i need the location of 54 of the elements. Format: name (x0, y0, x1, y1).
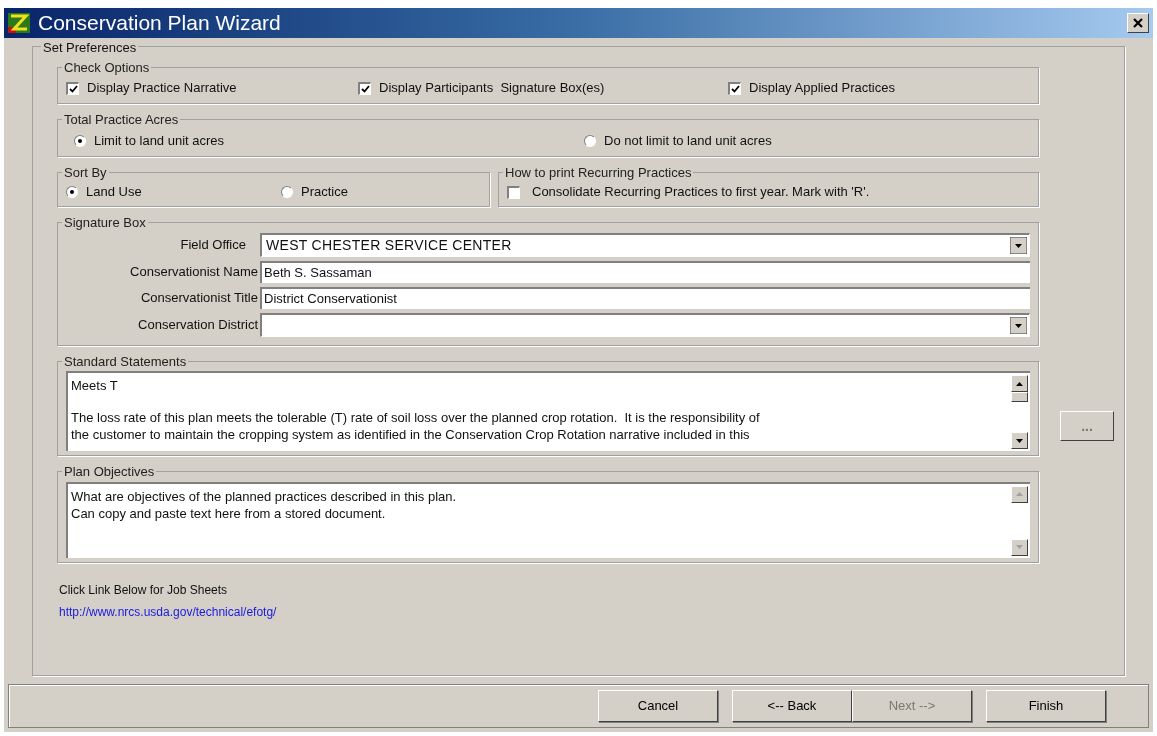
field-label: Conservation District (137, 315, 259, 334)
scroll-thumb[interactable] (1011, 392, 1028, 402)
statement-line: the customer to maintain the cropping system as identified in the Conservation Crop Rotation narrative included in this (71, 426, 750, 443)
group-label: Check Options (63, 58, 151, 77)
dropdown-arrow-icon (1010, 316, 1027, 334)
checkbox[interactable] (66, 81, 79, 95)
app-icon (8, 13, 30, 33)
radio-label: Practice (301, 183, 348, 202)
group-label: Total Practice Acres (63, 111, 180, 129)
radio-button[interactable] (281, 186, 293, 198)
scroll-up-icon[interactable] (1011, 485, 1028, 503)
text-area[interactable]: What are objectives of the planned practices described in this plan. Can copy and paste text here from a stored document. (66, 481, 1030, 558)
dropdown-field[interactable]: WEST CHESTER SERVICE CENTER (260, 232, 1030, 257)
close-button[interactable] (1127, 13, 1149, 33)
objective-line: What are objectives of the planned practices described in this plan. (71, 487, 457, 505)
radio-label: Land Use (86, 183, 142, 202)
group-label: Standard Statements (63, 352, 188, 371)
statement-line: The loss rate of this plan meets the tolerable (T) rate of soil loss over the planned crop rotation. It is the responsibility of (71, 409, 760, 426)
scroll-up-icon[interactable] (1011, 375, 1028, 392)
statement-heading: Meets T (71, 377, 118, 395)
group-label: How to print Recurring Practices (504, 163, 693, 182)
checkbox[interactable] (728, 81, 741, 95)
text-area[interactable] (66, 371, 1030, 451)
field-label: Conservationist Name (129, 262, 259, 281)
wizard-button[interactable]: <-- Back (732, 690, 852, 722)
job-sheets-link[interactable]: http://www.nrcs.usda.gov/technical/efotg/ (59, 602, 277, 621)
scroll-down-icon[interactable] (1011, 432, 1028, 449)
scroll-down-icon[interactable] (1011, 538, 1028, 556)
field-label: Field Office (179, 235, 247, 254)
checkbox-label: Display Practice Narrative (87, 79, 237, 98)
window-title: Conservation Plan Wizard (38, 10, 282, 37)
checkbox[interactable] (507, 185, 520, 199)
wizard-button[interactable]: Cancel (598, 690, 718, 722)
radio-button[interactable] (74, 134, 86, 147)
checkbox-label: Display Applied Practices (749, 79, 895, 98)
text-field[interactable]: District Conservationist (260, 286, 1030, 309)
text-field[interactable]: Beth S. Sassaman (260, 260, 1030, 283)
objective-line: Can copy and paste text here from a stored document. (71, 504, 386, 522)
checkbox-label: Consolidate Recurring Practices to first year. Mark with 'R'. (532, 183, 870, 202)
wizard-button[interactable]: Finish (986, 690, 1106, 722)
field-label: Conservationist Title (139, 288, 259, 307)
group-label: Sort By (63, 163, 108, 182)
close-icon (1133, 18, 1143, 28)
group-label: Signature Box (63, 214, 147, 232)
checkbox[interactable] (358, 81, 371, 95)
dropdown-arrow-icon (1010, 236, 1027, 254)
checkbox-label: Display Participants Signature Box(es) (379, 79, 605, 98)
job-sheets-label: Click Link Below for Job Sheets (59, 581, 228, 599)
radio-label: Do not limit to land unit acres (604, 131, 772, 150)
dropdown-field[interactable] (260, 312, 1030, 337)
radio-button[interactable] (66, 186, 78, 198)
group-label: Plan Objectives (63, 463, 156, 481)
radio-label: Limit to land unit acres (94, 131, 225, 150)
radio-button[interactable] (584, 134, 596, 147)
